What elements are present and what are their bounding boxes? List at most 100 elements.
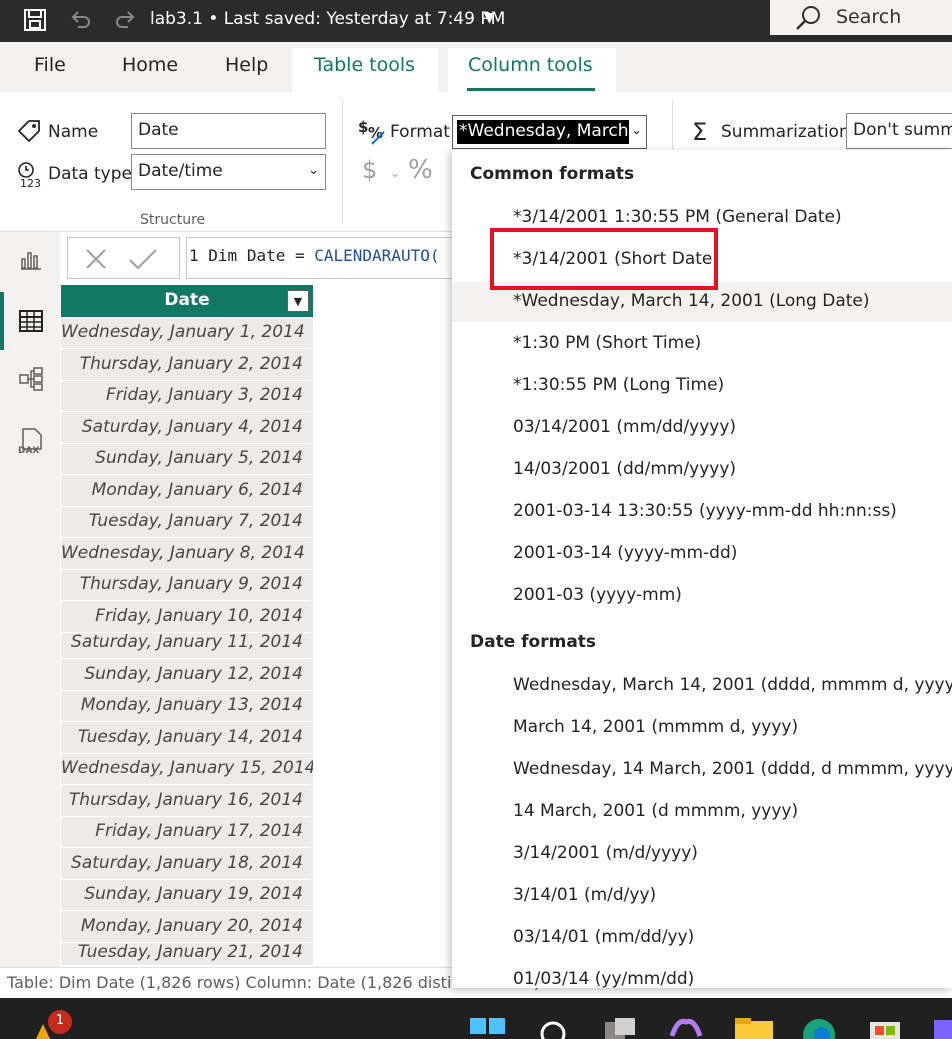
chevron-down-icon[interactable]: ▼ <box>484 10 495 26</box>
table-row[interactable]: Saturday, January 18, 2014 <box>61 849 311 880</box>
chevron-down-icon[interactable]: ⌄ <box>390 166 400 180</box>
format-value: *Wednesday, March 1 <box>457 120 629 144</box>
tab-file[interactable]: File <box>34 54 66 76</box>
format-icon: $% <box>358 118 385 145</box>
svg-text:123: 123 <box>20 177 41 188</box>
table-row[interactable]: Wednesday, January 1, 2014 <box>61 318 311 349</box>
format-option[interactable]: Wednesday, 14 March, 2001 (dddd, d mmmm,… <box>452 750 952 790</box>
data-type-select[interactable]: Date/time ⌄ <box>131 154 326 190</box>
table-row[interactable]: Thursday, January 2, 2014 <box>61 350 311 381</box>
data-type-icon: 123 <box>18 162 41 188</box>
ribbon-divider <box>342 100 343 224</box>
dax-query-view-icon[interactable]: DAX <box>14 424 48 458</box>
model-view-icon[interactable] <box>14 362 48 396</box>
store-icon[interactable] <box>866 1018 904 1039</box>
format-option[interactable]: 2001-03 (yyyy-mm) <box>452 576 952 616</box>
table-row[interactable]: Wednesday, January 8, 2014 <box>61 539 311 570</box>
format-option[interactable]: 3/14/2001 (m/d/yyyy) <box>452 834 952 874</box>
table-row[interactable]: Saturday, January 11, 2014 <box>61 628 311 659</box>
format-option[interactable]: 2001-03-14 13:30:55 (yyyy-mm-dd hh:nn:ss… <box>452 492 952 532</box>
table-row[interactable]: Sunday, January 19, 2014 <box>61 880 311 911</box>
chevron-down-icon: ⌄ <box>308 163 319 178</box>
nav-active-indicator <box>0 292 4 350</box>
active-tab-indicator <box>467 88 595 91</box>
save-icon[interactable] <box>20 6 50 34</box>
format-option[interactable]: 2001-03-14 (yyyy-mm-dd) <box>452 534 952 574</box>
tab-help[interactable]: Help <box>225 54 268 76</box>
undo-icon[interactable] <box>66 6 96 34</box>
formula-commit-buttons <box>67 237 180 279</box>
tab-table-tools[interactable]: Table tools <box>314 54 415 76</box>
table-row[interactable]: Tuesday, January 21, 2014 <box>61 938 311 965</box>
format-option[interactable]: 03/14/01 (mm/dd/yy) <box>452 918 952 958</box>
tab-home[interactable]: Home <box>122 54 178 76</box>
check-icon[interactable] <box>128 247 158 271</box>
format-option[interactable]: 14/03/2001 (dd/mm/yyyy) <box>452 450 952 490</box>
format-option-short-date[interactable]: *3/14/2001 (Short Date) <box>452 240 952 280</box>
data-type-value: Date/time <box>138 161 223 181</box>
name-label: Name <box>48 122 99 142</box>
table-row[interactable]: Monday, January 6, 2014 <box>61 476 311 507</box>
formula-function: CALENDARAUTO( <box>314 246 440 265</box>
table-row[interactable]: Thursday, January 16, 2014 <box>61 786 311 817</box>
table-row[interactable]: Sunday, January 12, 2014 <box>61 660 311 691</box>
windows-start-icon[interactable] <box>470 1018 506 1039</box>
column-header-date[interactable]: Date ▼ <box>61 285 313 317</box>
summarization-label: Summarization <box>721 122 850 142</box>
svg-text:$: $ <box>358 118 368 136</box>
format-option[interactable]: *3/14/2001 1:30:55 PM (General Date) <box>452 198 952 238</box>
percent-icon[interactable]: % <box>408 155 433 185</box>
format-option[interactable]: 3/14/01 (m/d/yy) <box>452 876 952 916</box>
formula-input[interactable]: 1 Dim Date = CALENDARAUTO( <box>186 237 466 279</box>
table-row[interactable]: Sunday, January 5, 2014 <box>61 444 311 475</box>
search-label: Search <box>836 6 902 28</box>
format-option[interactable]: Wednesday, March 14, 2001 (dddd, mmmm d,… <box>452 666 952 706</box>
search-icon[interactable] <box>537 1018 569 1039</box>
task-view-icon[interactable] <box>603 1018 639 1039</box>
sigma-icon: Σ <box>692 118 708 146</box>
formula-line-number: 1 <box>189 246 199 265</box>
summarization-select[interactable]: Don't summa <box>846 113 952 149</box>
format-select[interactable]: *Wednesday, March 1 ⌄ <box>452 115 647 149</box>
common-formats-header: Common formats <box>470 164 635 184</box>
format-option[interactable]: *1:30 PM (Short Time) <box>452 324 952 364</box>
file-explorer-icon[interactable] <box>735 1018 773 1039</box>
format-option[interactable]: *1:30:55 PM (Long Time) <box>452 366 952 406</box>
edge-icon[interactable] <box>800 1016 838 1039</box>
table-row[interactable]: Monday, January 13, 2014 <box>61 691 311 722</box>
format-option[interactable]: 03/14/2001 (mm/dd/yyyy) <box>452 408 952 448</box>
data-type-label: Data type <box>48 164 132 184</box>
table-row[interactable]: Thursday, January 9, 2014 <box>61 570 311 601</box>
app-icon[interactable] <box>930 1018 952 1039</box>
format-option[interactable]: 14 March, 2001 (d mmmm, yyyy) <box>452 792 952 832</box>
document-title[interactable]: lab3.1 • Last saved: Yesterday at 7:49 P… <box>150 9 505 29</box>
tag-icon <box>17 120 40 143</box>
redo-icon[interactable] <box>110 6 140 34</box>
currency-icon[interactable]: $ <box>362 156 377 184</box>
format-option[interactable]: 01/03/14 (yy/mm/dd) <box>452 960 952 988</box>
table-row[interactable]: Saturday, January 4, 2014 <box>61 413 311 444</box>
table-row[interactable]: Friday, January 3, 2014 <box>61 381 311 412</box>
format-label: Format <box>390 122 450 142</box>
table-row[interactable]: Tuesday, January 14, 2014 <box>61 723 311 754</box>
table-view-icon[interactable] <box>14 304 48 338</box>
tab-column-tools[interactable]: Column tools <box>468 54 593 76</box>
svg-text:DAX: DAX <box>18 446 39 455</box>
format-option[interactable]: March 14, 2001 (mmmm d, yyyy) <box>452 708 952 748</box>
chevron-down-icon: ⌄ <box>631 123 642 138</box>
left-nav: DAX <box>0 232 60 970</box>
ribbon-tabs: File Home Help Table tools Column tools <box>0 42 952 92</box>
column-header-label: Date <box>164 290 210 310</box>
search-box[interactable]: Search <box>770 0 952 35</box>
copilot-icon[interactable] <box>668 1016 704 1039</box>
notification-badge: 1 <box>48 1010 72 1034</box>
report-view-icon[interactable] <box>14 242 48 276</box>
filter-dropdown-icon[interactable]: ▼ <box>287 290 309 312</box>
structure-group-label: Structure <box>140 212 206 228</box>
table-row[interactable]: Tuesday, January 7, 2014 <box>61 507 311 538</box>
name-input[interactable]: Date <box>131 113 326 149</box>
cancel-icon[interactable] <box>84 247 108 271</box>
table-row[interactable]: Friday, January 17, 2014 <box>61 817 311 848</box>
format-option-long-date-selected[interactable]: *Wednesday, March 14, 2001 (Long Date) <box>452 282 952 322</box>
table-row[interactable]: Wednesday, January 15, 2014 <box>61 754 313 785</box>
